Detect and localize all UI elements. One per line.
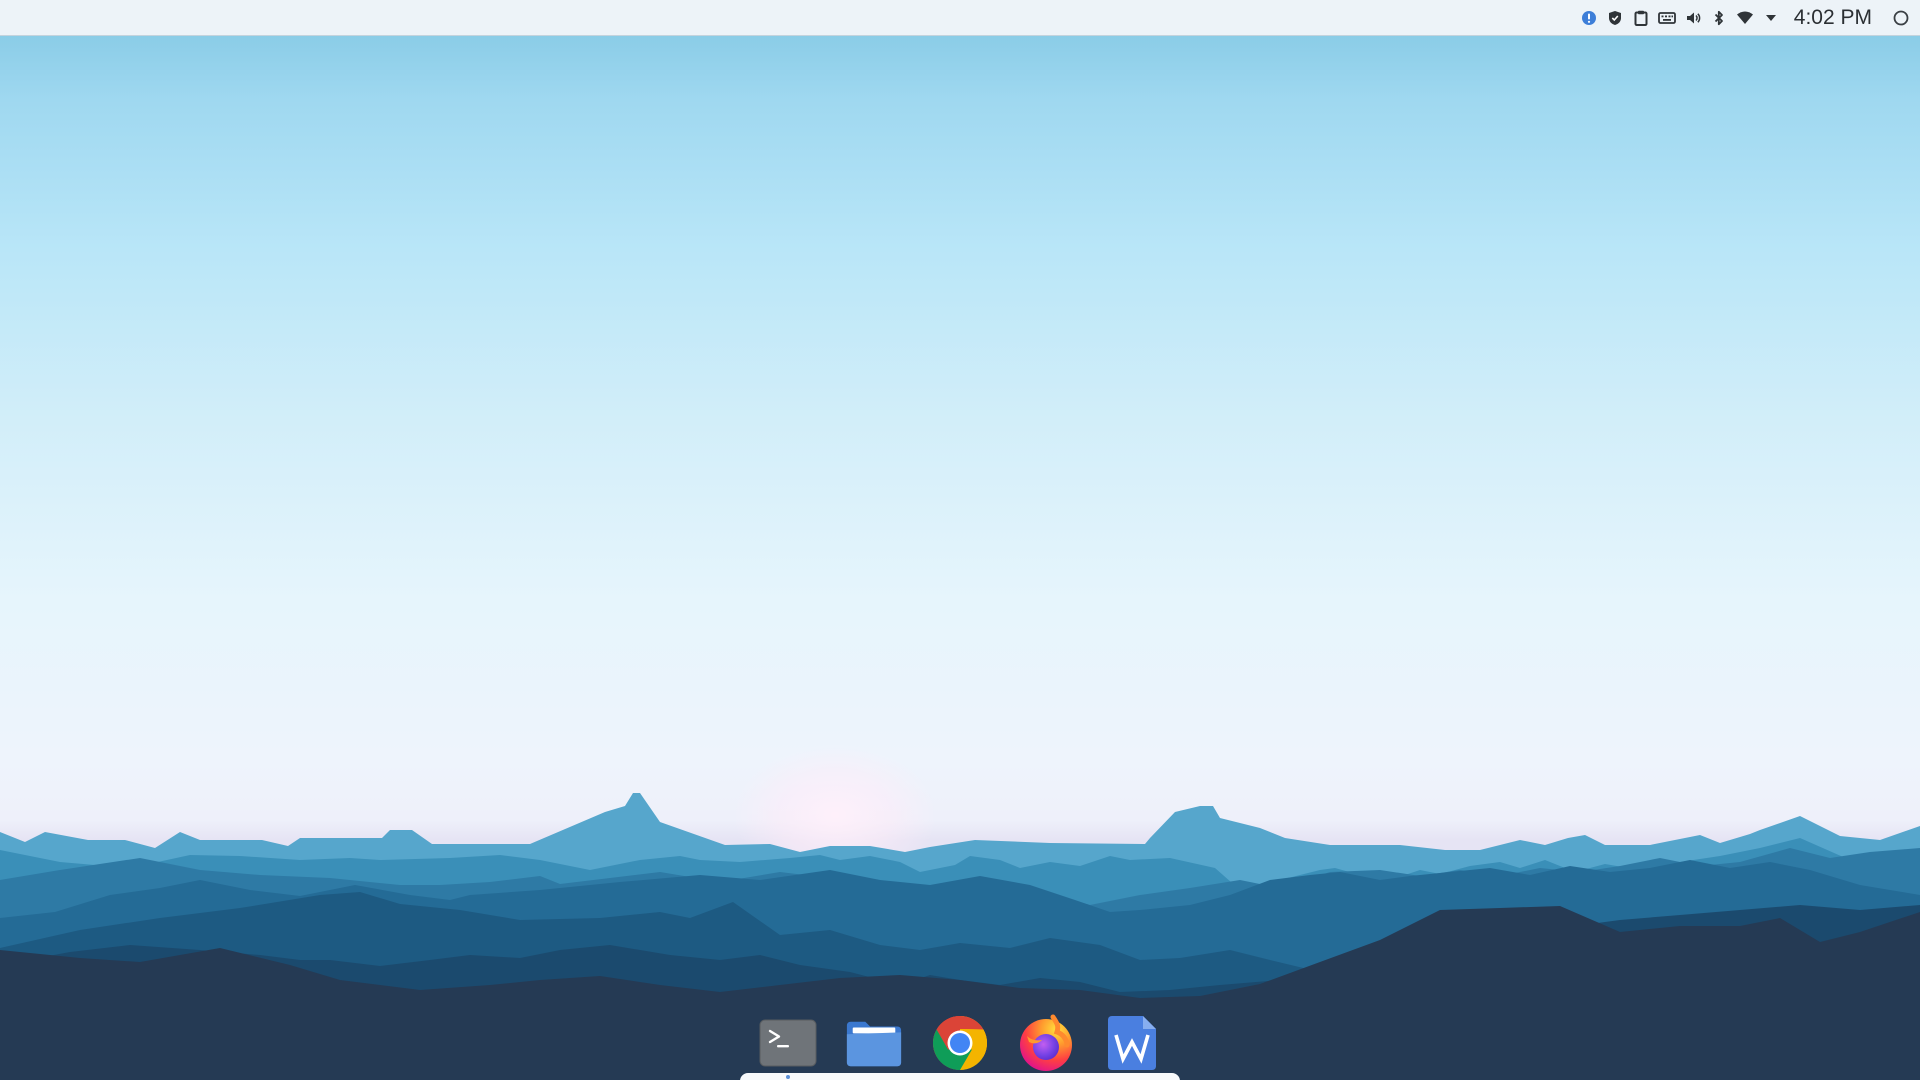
bluetooth-icon[interactable] [1706,0,1732,36]
desktop[interactable]: 4:02 PM [0,0,1920,1080]
shield-icon[interactable] [1602,0,1628,36]
chrome-icon [932,1016,988,1071]
dock-item-wps-writer[interactable] [1102,1015,1162,1071]
terminal-icon [759,1019,817,1067]
folder-icon [846,1021,902,1067]
system-tray: 4:02 PM [1576,0,1920,36]
dropdown-arrow-icon[interactable] [1758,0,1784,36]
notification-alert-icon[interactable] [1576,0,1602,36]
dock-item-files[interactable] [844,1015,904,1071]
keyboard-icon[interactable] [1654,0,1680,36]
top-panel: 4:02 PM [0,0,1920,36]
clock[interactable]: 4:02 PM [1784,0,1886,36]
dock [740,1003,1180,1080]
volume-icon[interactable] [1680,0,1706,36]
wallpaper-mountains [0,793,1920,1080]
firefox-icon [1020,1014,1072,1071]
dock-item-firefox[interactable] [1016,1014,1076,1071]
wifi-icon[interactable] [1732,0,1758,36]
circle-icon[interactable] [1886,0,1916,36]
dock-item-terminal[interactable] [758,1015,818,1071]
clipboard-icon[interactable] [1628,0,1654,36]
dock-item-chrome[interactable] [930,1015,990,1071]
writer-icon [1108,1016,1156,1070]
